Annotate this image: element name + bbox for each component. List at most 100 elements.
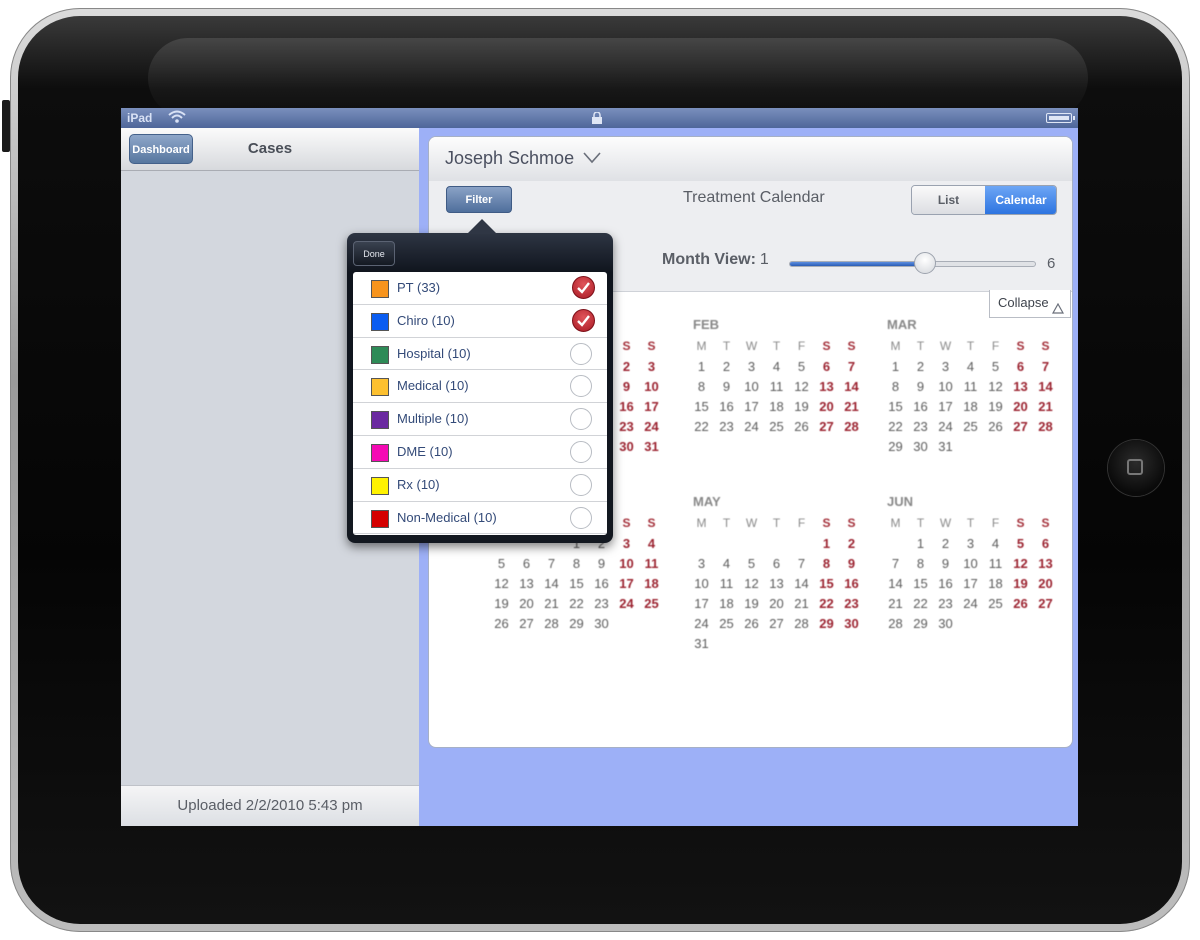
calendar-day[interactable]: 17: [739, 399, 764, 416]
filter-button[interactable]: Filter: [446, 186, 512, 213]
calendar-day[interactable]: 16: [933, 576, 958, 593]
filter-item[interactable]: Hospital (10): [353, 338, 607, 371]
calendar-day[interactable]: 4: [958, 359, 983, 376]
calendar-day[interactable]: 18: [639, 576, 664, 593]
calendar-day[interactable]: 18: [983, 576, 1008, 593]
calendar-day[interactable]: 25: [639, 596, 664, 613]
calendar-day[interactable]: 28: [883, 616, 908, 633]
checkmark-icon[interactable]: [572, 308, 595, 332]
calendar-day[interactable]: 3: [958, 536, 983, 553]
calendar-day[interactable]: 8: [908, 556, 933, 573]
calendar-day[interactable]: 1: [908, 536, 933, 553]
calendar-day[interactable]: 23: [714, 419, 739, 436]
calendar-day[interactable]: 26: [739, 616, 764, 633]
calendar-day[interactable]: 17: [614, 576, 639, 593]
calendar-day[interactable]: 27: [764, 616, 789, 633]
calendar-day[interactable]: 27: [514, 616, 539, 633]
unchecked-circle-icon[interactable]: [570, 506, 592, 529]
calendar-day[interactable]: 6: [814, 359, 839, 376]
calendar-day[interactable]: 5: [489, 556, 514, 573]
calendar-day[interactable]: 20: [1033, 576, 1058, 593]
calendar-day[interactable]: 2: [908, 359, 933, 376]
calendar-day[interactable]: 24: [639, 419, 664, 436]
calendar-day[interactable]: 11: [958, 379, 983, 396]
calendar-day[interactable]: 13: [814, 379, 839, 396]
calendar-day[interactable]: 20: [764, 596, 789, 613]
calendar-day[interactable]: 7: [789, 556, 814, 573]
calendar-day[interactable]: 13: [764, 576, 789, 593]
calendar-day[interactable]: 1: [689, 359, 714, 376]
calendar-day[interactable]: 8: [689, 379, 714, 396]
calendar-day[interactable]: 25: [714, 616, 739, 633]
calendar-day[interactable]: 10: [614, 556, 639, 573]
calendar-day[interactable]: 10: [639, 379, 664, 396]
calendar-day[interactable]: 23: [839, 596, 864, 613]
calendar-day[interactable]: 28: [1033, 419, 1058, 436]
collapse-button[interactable]: Collapse: [989, 290, 1071, 318]
calendar-day[interactable]: 15: [564, 576, 589, 593]
slider-thumb[interactable]: [913, 252, 936, 274]
calendar-day[interactable]: 6: [514, 556, 539, 573]
calendar-day[interactable]: 14: [789, 576, 814, 593]
chevron-down-icon[interactable]: [583, 151, 601, 165]
calendar-day[interactable]: 16: [614, 399, 639, 416]
calendar-day[interactable]: 17: [689, 596, 714, 613]
home-button[interactable]: [1108, 440, 1164, 496]
calendar-day[interactable]: 13: [1033, 556, 1058, 573]
calendar-day[interactable]: 7: [1033, 359, 1058, 376]
unchecked-circle-icon[interactable]: [570, 440, 592, 463]
calendar-day[interactable]: 14: [1033, 379, 1058, 396]
calendar-day[interactable]: 25: [764, 419, 789, 436]
calendar-day[interactable]: 19: [489, 596, 514, 613]
calendar-day[interactable]: 20: [814, 399, 839, 416]
unchecked-circle-icon[interactable]: [570, 473, 592, 496]
calendar-day[interactable]: 22: [908, 596, 933, 613]
filter-item[interactable]: DME (10): [353, 436, 607, 469]
calendar-day[interactable]: 30: [589, 616, 614, 633]
calendar-day[interactable]: 31: [639, 439, 664, 456]
calendar-day[interactable]: 16: [714, 399, 739, 416]
calendar-day[interactable]: 23: [908, 419, 933, 436]
patient-name-selector[interactable]: Joseph Schmoe: [445, 148, 574, 169]
calendar-day[interactable]: 26: [983, 419, 1008, 436]
calendar-day[interactable]: 22: [564, 596, 589, 613]
calendar-day[interactable]: 8: [564, 556, 589, 573]
calendar-day[interactable]: 25: [958, 419, 983, 436]
calendar-day[interactable]: 21: [539, 596, 564, 613]
calendar-day[interactable]: 3: [933, 359, 958, 376]
calendar-day[interactable]: 21: [839, 399, 864, 416]
calendar-day[interactable]: 11: [714, 576, 739, 593]
calendar-day[interactable]: 27: [814, 419, 839, 436]
calendar-day[interactable]: 27: [1008, 419, 1033, 436]
calendar-day[interactable]: 9: [614, 379, 639, 396]
calendar-day[interactable]: 26: [789, 419, 814, 436]
calendar-day[interactable]: 30: [839, 616, 864, 633]
calendar-day[interactable]: 25: [983, 596, 1008, 613]
calendar-day[interactable]: 17: [958, 576, 983, 593]
calendar-day[interactable]: 15: [814, 576, 839, 593]
calendar-day[interactable]: 20: [1008, 399, 1033, 416]
calendar-day[interactable]: 31: [933, 439, 958, 456]
calendar-day[interactable]: 4: [983, 536, 1008, 553]
calendar-day[interactable]: 9: [933, 556, 958, 573]
calendar-day[interactable]: 27: [1033, 596, 1058, 613]
calendar-day[interactable]: 19: [1008, 576, 1033, 593]
calendar-day[interactable]: 16: [908, 399, 933, 416]
calendar-day[interactable]: 12: [983, 379, 1008, 396]
calendar-day[interactable]: 3: [739, 359, 764, 376]
calendar-day[interactable]: 14: [839, 379, 864, 396]
calendar-day[interactable]: 3: [689, 556, 714, 573]
segment-list[interactable]: List: [912, 186, 985, 214]
filter-item[interactable]: Rx (10): [353, 469, 607, 502]
calendar-day[interactable]: 9: [908, 379, 933, 396]
calendar-day[interactable]: 7: [839, 359, 864, 376]
calendar-day[interactable]: 2: [614, 359, 639, 376]
calendar-day[interactable]: 19: [983, 399, 1008, 416]
calendar-day[interactable]: 21: [1033, 399, 1058, 416]
calendar-day[interactable]: 29: [814, 616, 839, 633]
calendar-day[interactable]: 6: [1033, 536, 1058, 553]
calendar-day[interactable]: 13: [1008, 379, 1033, 396]
calendar-day[interactable]: 3: [614, 536, 639, 553]
calendar-day[interactable]: 15: [883, 399, 908, 416]
calendar-day[interactable]: 1: [883, 359, 908, 376]
